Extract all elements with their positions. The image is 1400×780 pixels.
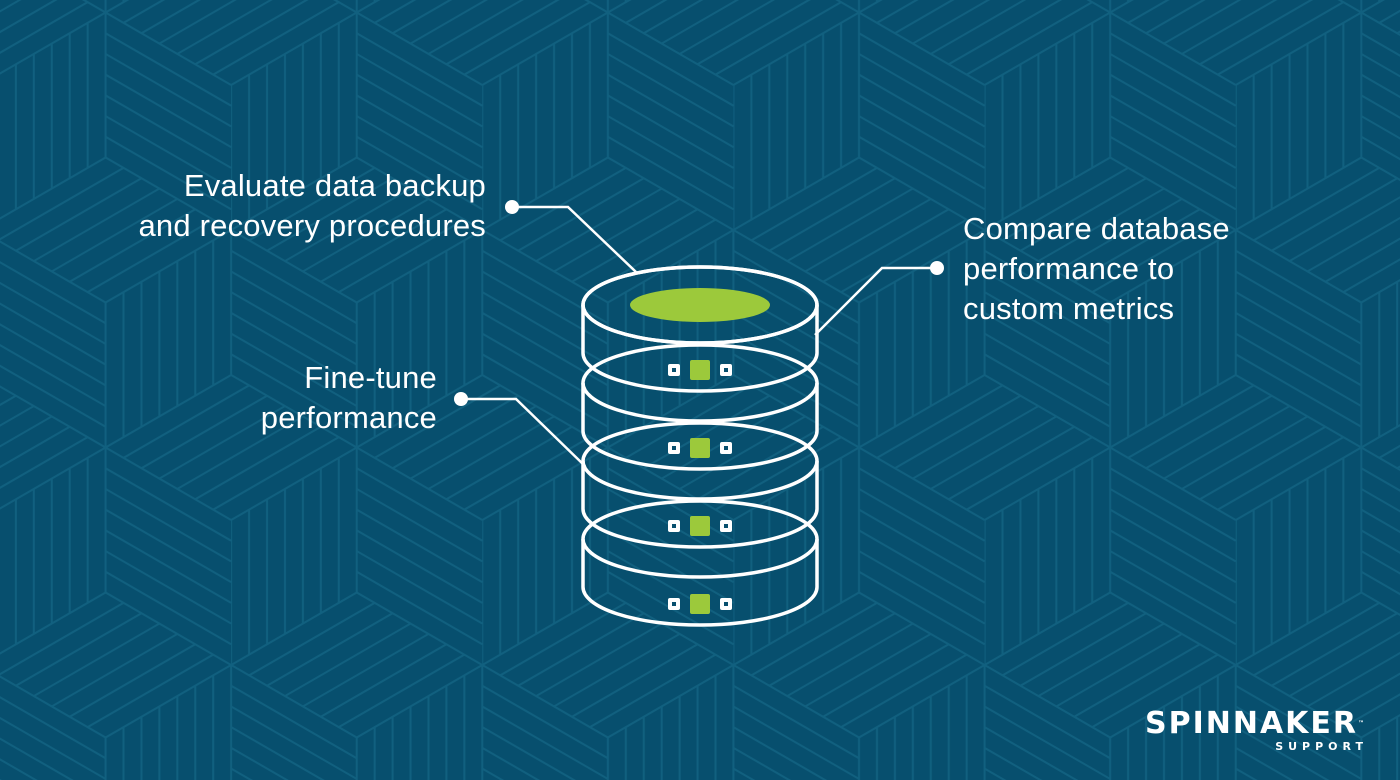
connector-dot-compare [930, 261, 944, 275]
connector-backup [512, 205, 637, 273]
database-diagram [454, 200, 944, 627]
connector-dot-tune [454, 392, 468, 406]
callout-backup-line-1: Evaluate data backup [183, 168, 486, 203]
callout-backup: Evaluate data backup and recovery proced… [138, 166, 486, 246]
callout-compare-line-3: custom metrics [963, 291, 1175, 326]
disk-top-green-platter [630, 288, 770, 322]
callout-backup-line-2: and recovery procedures [138, 208, 486, 243]
callout-compare-line-1: Compare database [963, 211, 1230, 246]
callout-compare: Compare database performance to custom m… [963, 209, 1230, 329]
connector-tune [461, 397, 586, 467]
database-disk [581, 265, 819, 393]
database-stack-icon [581, 265, 819, 627]
logo-wordmark: SPINNAKER [1144, 706, 1358, 741]
connector-compare [814, 266, 937, 336]
status-light-icon [690, 594, 710, 614]
callout-tune: Fine-tune performance [261, 358, 437, 438]
logo-trademark: ™ [1358, 720, 1364, 727]
callout-compare-line-2: performance to [963, 251, 1175, 286]
logo-subtitle: SUPPORT [1275, 740, 1368, 753]
callout-tune-line-1: Fine-tune [304, 360, 437, 395]
connector-dot-backup [505, 200, 519, 214]
status-light-icon [690, 516, 710, 536]
spinnaker-support-logo: SPINNAKER™ SUPPORT [1145, 708, 1364, 754]
status-light-icon [690, 438, 710, 458]
callout-tune-line-2: performance [260, 400, 437, 435]
status-light-icon [690, 360, 710, 380]
